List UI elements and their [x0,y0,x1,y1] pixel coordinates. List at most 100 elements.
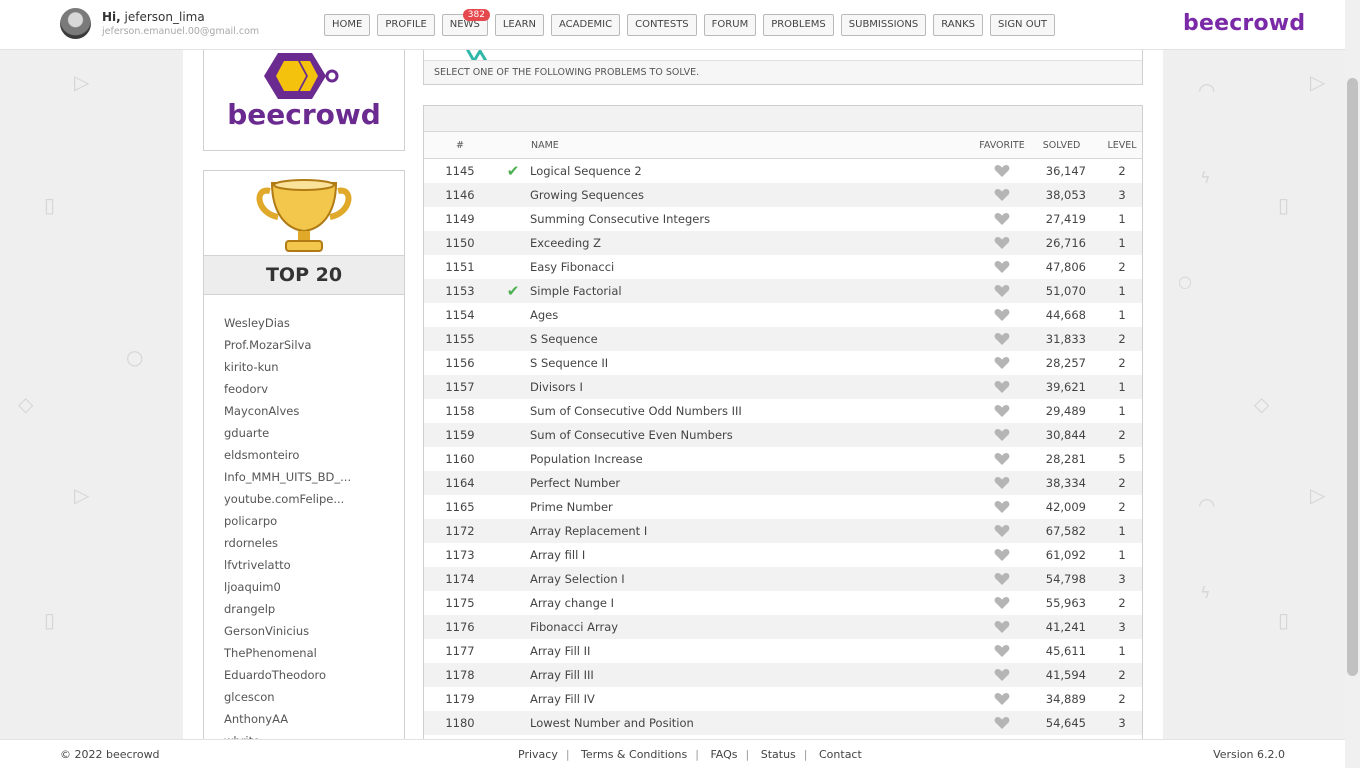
problem-name[interactable]: Sum of Consecutive Odd Numbers III [530,399,968,423]
footer-link-contact[interactable]: Contact [819,748,862,761]
problem-id[interactable]: 1177 [424,639,496,663]
heart-icon[interactable] [994,236,1010,250]
heart-icon[interactable] [994,404,1010,418]
problem-name[interactable]: Logical Sequence 2 [530,158,968,183]
problem-id[interactable]: 1151 [424,255,496,279]
problem-name[interactable]: Fibonacci Array [530,615,968,639]
problem-id[interactable]: 1175 [424,591,496,615]
table-row[interactable]: 1150 Exceeding Z 26,716 1 [424,231,1142,255]
problem-name[interactable]: Array Fill IV [530,687,968,711]
heart-icon[interactable] [994,716,1010,730]
problem-name[interactable]: Ages [530,303,968,327]
table-row[interactable]: 1174 Array Selection I 54,798 3 [424,567,1142,591]
problem-id[interactable]: 1154 [424,303,496,327]
top20-user[interactable]: ThePhenomenal [224,642,364,664]
table-row[interactable]: 1146 Growing Sequences 38,053 3 [424,183,1142,207]
table-row[interactable]: 1153 ✔ Simple Factorial 51,070 1 [424,279,1142,303]
top20-user[interactable]: AnthonyAA [224,708,364,730]
problem-id[interactable]: 1176 [424,615,496,639]
username[interactable]: jeferson_lima [125,10,205,24]
heart-icon[interactable] [994,428,1010,442]
heart-icon[interactable] [994,548,1010,562]
problem-id[interactable]: 1155 [424,327,496,351]
footer-link-status[interactable]: Status [761,748,796,761]
top20-user[interactable]: EduardoTheodoro [224,664,364,686]
problem-id[interactable]: 1178 [424,663,496,687]
heart-icon[interactable] [994,356,1010,370]
top20-user[interactable]: drangelp [224,598,364,620]
top20-user[interactable]: youtube.comFelipe... [224,488,364,510]
problem-id[interactable]: 1179 [424,687,496,711]
heart-icon[interactable] [994,644,1010,658]
problem-name[interactable]: Summing Consecutive Integers [530,207,968,231]
top20-user[interactable]: Info_MMH_UITS_BD_... [224,466,364,488]
problem-name[interactable]: Sum of Consecutive Even Numbers [530,423,968,447]
heart-icon[interactable] [994,452,1010,466]
heart-icon[interactable] [994,596,1010,610]
heart-icon[interactable] [994,572,1010,586]
nav-profile-button[interactable]: PROFILE [377,14,435,36]
footer-link-faqs[interactable]: FAQs [710,748,737,761]
problem-name[interactable]: Array Fill III [530,663,968,687]
footer-link-terms[interactable]: Terms & Conditions [581,748,687,761]
table-row[interactable]: 1151 Easy Fibonacci 47,806 2 [424,255,1142,279]
problem-id[interactable]: 1164 [424,471,496,495]
problem-id[interactable]: 1157 [424,375,496,399]
table-row[interactable]: 1179 Array Fill IV 34,889 2 [424,687,1142,711]
problem-id[interactable]: 1156 [424,351,496,375]
problem-name[interactable]: Easy Fibonacci [530,255,968,279]
problem-id[interactable]: 1153 [424,279,496,303]
table-row[interactable]: 1159 Sum of Consecutive Even Numbers 30,84… [424,423,1142,447]
nav-news-button[interactable]: NEWS 382 [441,9,490,36]
problem-id[interactable]: 1172 [424,519,496,543]
nav-ranks-button[interactable]: RANKS [933,14,984,36]
table-row[interactable]: 1157 Divisors I 39,621 1 [424,375,1142,399]
table-row[interactable]: 1177 Array Fill II 45,611 1 [424,639,1142,663]
problem-name[interactable]: Perfect Number [530,471,968,495]
top20-user[interactable]: gduarte [224,422,364,444]
problem-id[interactable]: 1174 [424,567,496,591]
heart-icon[interactable] [994,308,1010,322]
nav-academic-button[interactable]: ACADEMIC [551,14,621,36]
problem-id[interactable]: 1145 [424,158,496,183]
table-row[interactable]: 1155 S Sequence 31,833 2 [424,327,1142,351]
table-row[interactable]: 1145 ✔ Logical Sequence 2 36,147 2 [424,158,1142,183]
table-row[interactable]: 1165 Prime Number 42,009 2 [424,495,1142,519]
col-header-favorite[interactable]: FAVORITE [968,132,1036,159]
table-row[interactable]: 1149 Summing Consecutive Integers 27,419 1 [424,207,1142,231]
nav-home-button[interactable]: HOME [324,14,371,36]
nav-forum-button[interactable]: FORUM [703,14,757,36]
page-scrollbar[interactable] [1345,0,1360,767]
top20-user[interactable]: lfvtrivelatto [224,554,364,576]
heart-icon[interactable] [994,476,1010,490]
problem-name[interactable]: Divisors I [530,375,968,399]
problem-name[interactable]: S Sequence [530,327,968,351]
table-row[interactable]: 1160 Population Increase 28,281 5 [424,447,1142,471]
col-header-id[interactable]: # [424,132,496,159]
problem-id[interactable]: 1173 [424,543,496,567]
heart-icon[interactable] [994,500,1010,514]
problem-name[interactable]: Lowest Number and Position [530,711,968,735]
top20-user[interactable]: WesleyDias [224,312,364,334]
table-row[interactable]: 1173 Array fill I 61,092 1 [424,543,1142,567]
table-row[interactable]: 1172 Array Replacement I 67,582 1 [424,519,1142,543]
top20-user[interactable]: kirito-kun [224,356,364,378]
problem-name[interactable]: Exceeding Z [530,231,968,255]
nav-contests-button[interactable]: CONTESTS [627,14,697,36]
problem-id[interactable]: 1160 [424,447,496,471]
problem-id[interactable]: 1158 [424,399,496,423]
top20-user[interactable]: GersonVinicius [224,620,364,642]
problem-name[interactable]: Prime Number [530,495,968,519]
top20-user[interactable]: MayconAlves [224,400,364,422]
nav-submissions-button[interactable]: SUBMISSIONS [840,14,927,36]
heart-icon[interactable] [994,380,1010,394]
table-row[interactable]: 1178 Array Fill III 41,594 2 [424,663,1142,687]
problem-id[interactable]: 1159 [424,423,496,447]
problem-id[interactable]: 1150 [424,231,496,255]
top20-user[interactable]: eldsmonteiro [224,444,364,466]
problem-id[interactable]: 1165 [424,495,496,519]
nav-problems-button[interactable]: PROBLEMS [763,14,834,36]
heart-icon[interactable] [994,332,1010,346]
heart-icon[interactable] [994,668,1010,682]
problem-id[interactable]: 1146 [424,183,496,207]
